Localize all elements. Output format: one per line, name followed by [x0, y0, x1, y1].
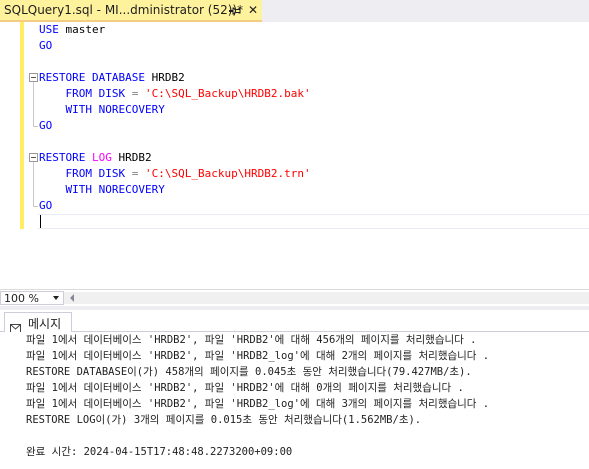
zoom-dropdown[interactable]: 100 % [0, 291, 64, 305]
keyword-go: GO [39, 39, 53, 52]
horizontal-scrollbar[interactable] [64, 292, 589, 304]
keyword-from: FROM [65, 167, 93, 180]
chevron-down-icon[interactable] [53, 296, 59, 300]
editor-status-row: 100 % [0, 289, 589, 306]
results-tab-strip: 메시지 [0, 310, 589, 333]
fold-guide-line [33, 162, 34, 206]
text-caret [40, 215, 41, 228]
message-line: 파일 1에서 데이터베이스 'HRDB2', 파일 'HRDB2_log'에 대… [26, 398, 490, 410]
document-tab-strip: SQLQuery1.sql - MI...dministrator (52))*… [0, 0, 589, 22]
document-tab-sqlquery1[interactable]: SQLQuery1.sql - MI...dministrator (52))*… [0, 0, 262, 22]
code-line-9: RESTORE LOG HRDB2 [39, 150, 152, 166]
query-editor[interactable]: USE master GO RESTORE DATABASE HRDB2 FRO… [0, 22, 589, 289]
code-line-12: GO [39, 198, 52, 214]
keyword-go: GO [39, 119, 53, 132]
document-tab-title: SQLQuery1.sql - MI...dministrator (52))* [4, 3, 244, 17]
code-line-7: GO [39, 118, 52, 134]
fold-guide-end [33, 126, 38, 127]
function-log: LOG [91, 151, 112, 164]
code-line-4: RESTORE DATABASE HRDB2 [39, 70, 185, 86]
string-log-path: 'C:\SQL_Backup\HRDB2.trn' [145, 167, 311, 180]
tab-messages-label: 메시지 [28, 317, 62, 331]
scroll-left-arrow-icon[interactable] [70, 294, 74, 302]
keyword-from: FROM [65, 87, 93, 100]
ssms-query-window: SQLQuery1.sql - MI...dministrator (52))*… [0, 0, 589, 469]
keyword-database: DATABASE [91, 71, 145, 84]
code-line-10: FROM DISK = 'C:\SQL_Backup\HRDB2.trn' [39, 166, 311, 182]
message-line: RESTORE LOG이(가) 3개의 페이지를 0.015초 동안 처리했습니… [26, 414, 422, 426]
unsaved-change-bar [20, 22, 24, 229]
keyword-norecovery: NORECOVERY [98, 103, 165, 116]
current-line-highlight [38, 214, 589, 229]
keyword-with: WITH [65, 103, 93, 116]
zoom-value: 100 % [4, 292, 39, 305]
messages-pane[interactable]: 파일 1에서 데이터베이스 'HRDB2', 파일 'HRDB2'에 대해 45… [0, 332, 589, 469]
keyword-disk: DISK [98, 87, 126, 100]
close-icon[interactable]: ✕ [246, 3, 260, 17]
code-line-5: FROM DISK = 'C:\SQL_Backup\HRDB2.bak' [39, 86, 311, 102]
fold-guide-line [33, 82, 34, 126]
completion-time: 완료 시간: 2024-04-15T17:48:48.2273200+09:00 [26, 446, 293, 458]
operator-equals: = [125, 167, 145, 180]
keyword-restore: RESTORE [39, 71, 86, 84]
code-line-6: WITH NORECOVERY [39, 102, 165, 118]
keyword-norecovery: NORECOVERY [98, 183, 165, 196]
pin-icon[interactable] [228, 3, 242, 17]
operator-equals: = [125, 87, 145, 100]
message-line: RESTORE DATABASE이(가) 458개의 페이지를 0.045초 동… [26, 366, 472, 378]
keyword-go: GO [39, 199, 53, 212]
message-line: 파일 1에서 데이터베이스 'HRDB2', 파일 'HRDB2_log'에 대… [26, 350, 490, 362]
identifier-master: master [58, 23, 106, 36]
keyword-with: WITH [65, 183, 93, 196]
code-line-11: WITH NORECOVERY [39, 182, 165, 198]
keyword-restore: RESTORE [39, 151, 86, 164]
code-line-2: GO [39, 38, 52, 54]
message-line: 파일 1에서 데이터베이스 'HRDB2', 파일 'HRDB2'에 대해 45… [26, 334, 477, 346]
message-icon [10, 318, 21, 333]
identifier-hrdb2: HRDB2 [111, 151, 152, 164]
identifier-hrdb2: HRDB2 [144, 71, 185, 84]
fold-guide-end [33, 206, 38, 207]
message-line: 파일 1에서 데이터베이스 'HRDB2', 파일 'HRDB2'에 대해 0개… [26, 382, 464, 394]
collapse-icon[interactable] [29, 73, 38, 82]
code-line-1: USE master [39, 22, 105, 38]
tab-messages[interactable]: 메시지 [4, 312, 72, 333]
collapse-icon[interactable] [29, 153, 38, 162]
keyword-disk: DISK [98, 167, 126, 180]
keyword-use: USE [39, 23, 59, 36]
string-backup-path: 'C:\SQL_Backup\HRDB2.bak' [145, 87, 311, 100]
